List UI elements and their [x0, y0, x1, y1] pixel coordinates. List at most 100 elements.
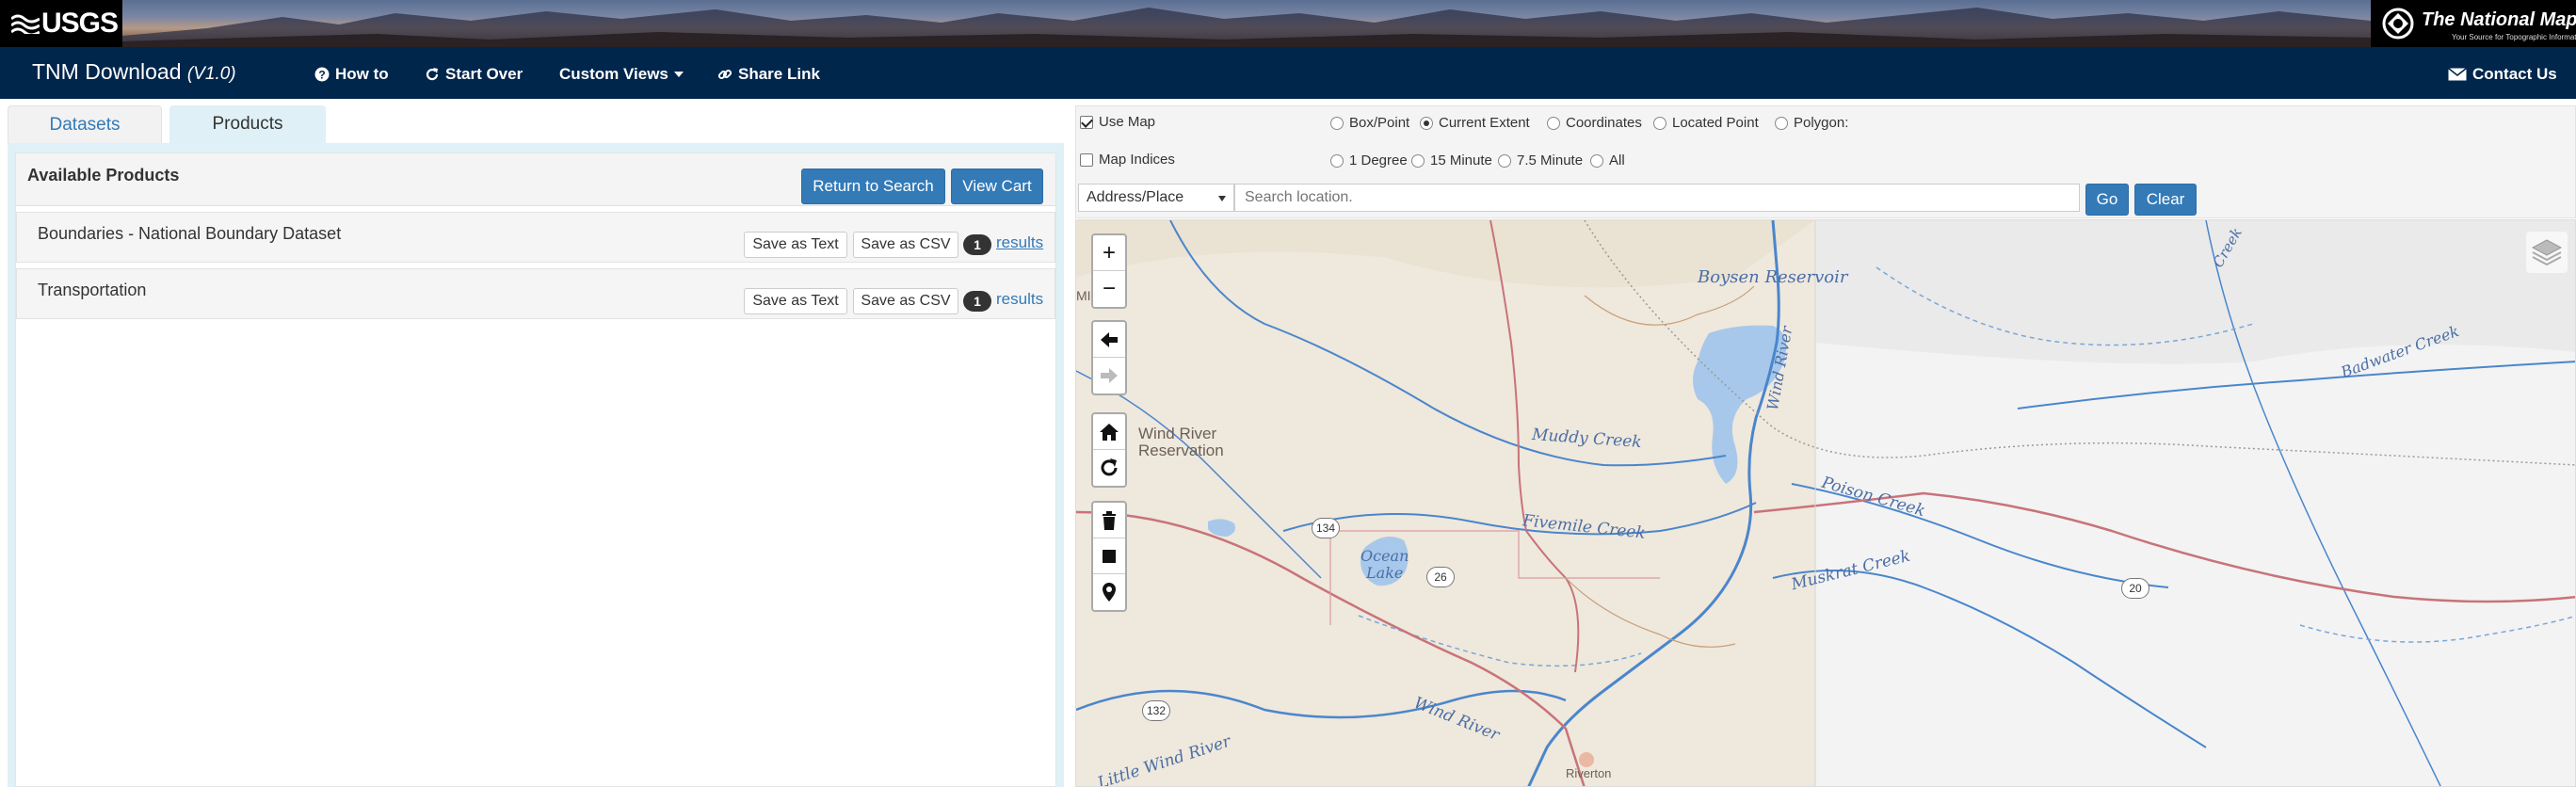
extent-option-current-extent[interactable]: Current Extent	[1420, 115, 1530, 131]
app-version: (V1.0)	[186, 64, 236, 84]
map-terrain	[1076, 220, 2575, 786]
search-location-input[interactable]	[1234, 184, 2080, 212]
route-shield-20: 20	[2121, 578, 2149, 599]
previous-extent-button[interactable]	[1093, 322, 1125, 358]
map-label-riverton: Riverton	[1566, 766, 1612, 780]
map-indices-label: Map Indices	[1099, 152, 1175, 168]
how-to-label: How to	[335, 65, 389, 83]
radio-all[interactable]	[1590, 153, 1603, 168]
app-title[interactable]: TNM Download (V1.0)	[32, 59, 236, 85]
zoom-control: + −	[1091, 233, 1127, 309]
index-option-1-degree[interactable]: 1 Degree	[1330, 153, 1408, 169]
zoom-out-button[interactable]: −	[1093, 271, 1125, 307]
extent-option-label: Current Extent	[1439, 115, 1530, 131]
product-row-boundaries[interactable]: Boundaries - National Boundary Dataset S…	[16, 212, 1055, 263]
extent-option-label: Polygon:	[1794, 115, 1849, 131]
map-indices-checkbox[interactable]: Map Indices	[1080, 152, 1175, 168]
start-over-link[interactable]: Start Over	[425, 65, 523, 84]
use-map-label: Use Map	[1099, 114, 1156, 130]
save-as-text-button[interactable]: Save as Text	[744, 288, 847, 314]
draw-point-button[interactable]	[1093, 574, 1125, 610]
search-type-value: Address/Place	[1087, 189, 1184, 205]
tnm-emblem-icon	[2382, 8, 2414, 40]
start-over-label: Start Over	[445, 65, 523, 83]
radio-15-minute[interactable]	[1411, 153, 1425, 168]
map-canvas[interactable]: Boysen Reservoir Wind River Badwater Cre…	[1075, 219, 2576, 787]
extent-option-located-point[interactable]: Located Point	[1653, 115, 1759, 131]
contact-us-link[interactable]: Contact Us	[2448, 65, 2557, 84]
radio-1-degree[interactable]	[1330, 153, 1344, 168]
index-option-label: 1 Degree	[1349, 153, 1408, 169]
caret-down-icon	[673, 72, 684, 77]
contact-us-label: Contact Us	[2472, 65, 2557, 83]
results-count-badge: 1	[963, 234, 991, 255]
custom-views-dropdown[interactable]: Custom Views	[559, 65, 684, 84]
tnm-logo-tagline: Your Source for Topographic Information	[2452, 33, 2576, 41]
draw-box-button[interactable]	[1093, 538, 1125, 574]
svg-text:?: ?	[318, 69, 325, 82]
extent-option-polygon[interactable]: Polygon:	[1775, 115, 1848, 131]
product-row-transportation[interactable]: Transportation Save as Text Save as CSV …	[16, 268, 1055, 319]
product-name: Transportation	[38, 281, 147, 299]
save-as-csv-button[interactable]: Save as CSV	[853, 288, 958, 314]
use-map-check[interactable]	[1080, 115, 1093, 129]
home-extent-button[interactable]	[1093, 414, 1125, 450]
radio-7-5-minute[interactable]	[1498, 153, 1511, 168]
square-icon	[1103, 549, 1116, 563]
tnm-logo-name: The National Map	[2422, 9, 2576, 30]
refresh-icon	[426, 68, 439, 81]
share-link-label: Share Link	[738, 65, 820, 83]
home-icon	[1100, 423, 1119, 441]
radio-coordinates[interactable]	[1547, 116, 1560, 130]
results-count-badge: 1	[963, 291, 991, 312]
return-to-search-button[interactable]: Return to Search	[801, 169, 945, 204]
history-control	[1091, 320, 1127, 395]
custom-views-label: Custom Views	[559, 65, 668, 83]
use-map-checkbox[interactable]: Use Map	[1080, 114, 1155, 130]
results-link[interactable]: results	[996, 233, 1043, 252]
tab-datasets[interactable]: Datasets	[8, 105, 162, 143]
how-to-link[interactable]: ? How to	[314, 65, 389, 84]
top-navbar: TNM Download (V1.0) ? How to Start Over …	[0, 47, 2576, 99]
index-option-15-minute[interactable]: 15 Minute	[1411, 153, 1492, 169]
go-button[interactable]: Go	[2085, 184, 2129, 216]
arrow-right-icon	[1101, 368, 1118, 383]
available-products-title: Available Products	[27, 166, 180, 185]
delete-drawing-button[interactable]	[1093, 503, 1125, 538]
radio-current-extent[interactable]	[1420, 116, 1433, 130]
header-banner: USGS The National Map Your Source for To…	[0, 0, 2576, 47]
results-link[interactable]: results	[996, 290, 1043, 309]
extent-option-coordinates[interactable]: Coordinates	[1547, 115, 1642, 131]
save-as-csv-button[interactable]: Save as CSV	[853, 232, 958, 258]
map-label-wind-river-reservation: Wind River Reservation	[1138, 425, 1224, 459]
layers-button[interactable]	[2526, 232, 2568, 273]
map-panel: Use Map Map Indices Box/Point Current Ex…	[1075, 105, 2576, 787]
product-name: Boundaries - National Boundary Dataset	[38, 224, 342, 243]
extent-option-box-point[interactable]: Box/Point	[1330, 115, 1409, 131]
usgs-logo[interactable]: USGS	[0, 0, 122, 47]
tnm-logo[interactable]: The National Map Your Source for Topogra…	[2371, 0, 2576, 47]
zoom-in-button[interactable]: +	[1093, 235, 1125, 271]
left-panel: Datasets Products Available Products Ret…	[8, 105, 1064, 787]
search-type-select[interactable]: Address/Place	[1078, 184, 1234, 212]
question-circle-icon: ?	[314, 67, 330, 82]
map-indices-check[interactable]	[1080, 153, 1093, 167]
index-option-7-5-minute[interactable]: 7.5 Minute	[1498, 153, 1583, 169]
save-as-text-button[interactable]: Save as Text	[744, 232, 847, 258]
next-extent-button[interactable]	[1093, 358, 1125, 394]
radio-polygon[interactable]	[1775, 116, 1788, 130]
mountain-banner-image	[122, 8, 2371, 47]
index-option-all[interactable]: All	[1590, 153, 1625, 169]
view-cart-button[interactable]: View Cart	[951, 169, 1043, 204]
share-link[interactable]: Share Link	[717, 65, 820, 84]
radio-box-point[interactable]	[1330, 116, 1344, 130]
tab-products[interactable]: Products	[169, 105, 326, 143]
app-title-text: TNM Download	[32, 59, 182, 84]
envelope-icon	[2448, 68, 2467, 81]
refresh-map-button[interactable]	[1093, 450, 1125, 486]
products-tab-content: Available Products Return to Search View…	[8, 143, 1064, 787]
radio-located-point[interactable]	[1653, 116, 1666, 130]
arrow-left-icon	[1101, 331, 1118, 347]
index-option-label: 7.5 Minute	[1517, 153, 1584, 169]
clear-button[interactable]: Clear	[2134, 184, 2197, 216]
